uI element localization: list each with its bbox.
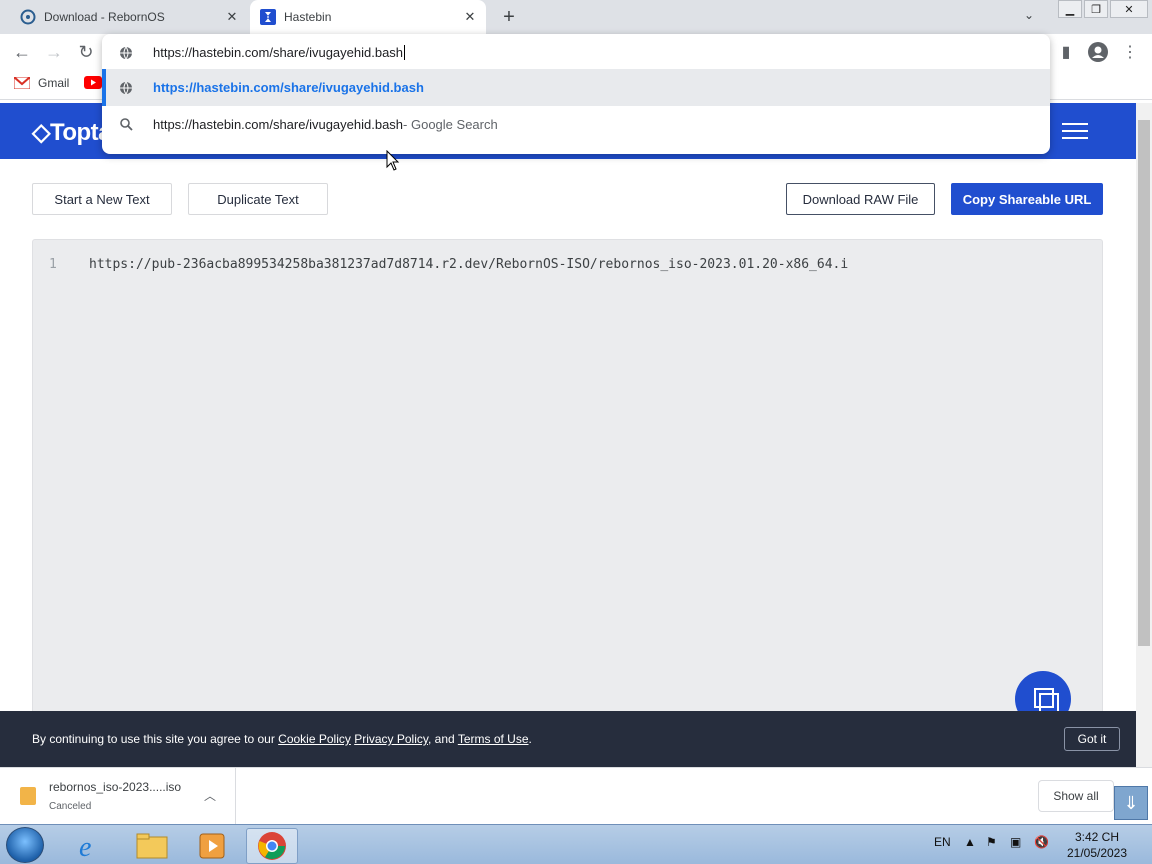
scrollbar-thumb[interactable] [1138,120,1150,646]
show-all-button[interactable]: Show all [1038,780,1114,812]
close-tab-icon[interactable]: ✕ [224,9,240,25]
gmail-icon [14,77,30,89]
chevron-up-icon[interactable]: ︿ [204,787,216,804]
youtube-icon [84,76,102,89]
new-tab-button[interactable]: + [498,6,520,28]
omnibox-suggestion-search[interactable]: https://hastebin.com/share/ivugayehid.ba… [102,106,1050,143]
globe-icon [118,45,134,61]
language-indicator[interactable]: EN [934,835,951,849]
svg-text:e: e [79,832,91,861]
rebornos-favicon-icon [20,9,36,25]
clock-time: 3:42 CH [1074,830,1120,844]
bookmark-youtube[interactable] [84,76,102,89]
file-icon [20,787,36,805]
cookie-policy-link[interactable]: Cookie Policy [278,732,351,746]
cookie-suffix: . [528,732,532,746]
omnibox-suggestion-url[interactable]: https://hastebin.com/share/ivugayehid.ba… [102,69,1050,106]
copy-shareable-url-button[interactable]: Copy Shareable URL [951,183,1103,215]
windows-taskbar: e EN ▲ ⚑ ▣ 🔇 3:42 CH 21/05/2023 [0,824,1152,864]
mouse-cursor-icon [386,150,400,171]
globe-icon [118,80,134,96]
suggestion-text: https://hastebin.com/share/ivugayehid.ba… [153,117,404,132]
tab-rebornos[interactable]: Download - RebornOS ✕ [0,0,248,34]
window-controls: ▁ ❐ ✕ [1056,0,1148,18]
download-filename: rebornos_iso-2023.....iso [49,780,182,794]
action-center-flag-icon[interactable]: ⚑ [986,835,997,849]
file-explorer-icon[interactable] [126,828,178,864]
omnibox-dropdown: https://hastebin.com/share/ivugayehid.ba… [102,34,1050,154]
cookie-text: By continuing to use this site you agree… [32,732,532,746]
system-clock[interactable]: 3:42 CH 21/05/2023 [1064,829,1130,861]
reload-icon[interactable]: ↻ [74,41,98,63]
forward-arrow-icon[interactable]: → [42,41,66,63]
network-icon[interactable]: ▣ [1010,835,1021,849]
duplicate-text-button[interactable]: Duplicate Text [188,183,328,215]
download-shelf: rebornos_iso-2023.....iso Canceled ︿ Sho… [0,767,1152,824]
code-line[interactable]: https://pub-236acba899534258ba381237ad7d… [89,257,848,272]
suggestion-suffix: - Google Search [403,117,498,132]
side-panel-icon[interactable]: ▮ [1055,42,1077,64]
text-caret [404,45,406,60]
download-raw-button[interactable]: Download RAW File [786,183,935,215]
terms-of-use-link[interactable]: Terms of Use [458,732,529,746]
cookie-banner: By continuing to use this site you agree… [0,711,1136,767]
start-new-text-button[interactable]: Start a New Text [32,183,172,215]
bookmark-label: Gmail [38,76,70,90]
line-number: 1 [49,257,57,272]
download-status: Canceled [49,801,92,812]
close-window-button[interactable]: ✕ [1110,0,1148,18]
chrome-taskbar-icon[interactable] [246,828,298,864]
suggestion-text: https://hastebin.com/share/ivugayehid.ba… [153,80,424,95]
toptal-logo-mark-icon: ◇ [32,119,50,146]
clock-date: 21/05/2023 [1066,846,1128,860]
hamburger-menu-icon[interactable] [1062,123,1088,141]
media-player-icon[interactable] [186,828,238,864]
minimize-button[interactable]: ▁ [1058,0,1082,18]
profile-avatar-icon[interactable] [1087,42,1109,64]
tab-hastebin[interactable]: Hastebin ✕ [250,0,486,34]
internet-explorer-icon[interactable]: e [64,828,116,864]
address-input[interactable]: https://hastebin.com/share/ivugayehid.ba… [153,45,403,60]
show-hidden-icons-icon[interactable]: ▲ [964,835,976,849]
cookie-prefix: By continuing to use this site you agree… [32,732,279,746]
code-editor[interactable]: 1 https://pub-236acba899534258ba381237ad… [32,239,1103,719]
privacy-policy-link[interactable]: Privacy Policy [354,732,428,746]
tab-title: Hastebin [284,10,332,24]
tab-title: Download - RebornOS [44,10,165,24]
start-button[interactable] [6,827,44,863]
copy-icon [1034,688,1059,713]
tab-strip: Download - RebornOS ✕ Hastebin ✕ + ⌄ ▁ ❐… [0,0,1152,34]
close-tab-icon[interactable]: ✕ [462,9,478,25]
restore-button[interactable]: ❐ [1084,0,1108,18]
download-item[interactable]: rebornos_iso-2023.....iso Canceled ︿ [0,768,236,824]
address-bar[interactable]: https://hastebin.com/share/ivugayehid.ba… [102,34,1050,71]
bookmark-gmail[interactable]: Gmail [14,76,69,90]
got-it-button[interactable]: Got it [1064,727,1120,751]
hastebin-favicon-icon [260,9,276,25]
volume-muted-icon[interactable]: 🔇 [1034,835,1049,849]
search-icon [118,117,134,133]
tab-search-chevron-icon[interactable]: ⌄ [1024,8,1034,22]
menu-kebab-icon[interactable]: ⋮ [1119,42,1141,64]
download-arrow-icon[interactable]: ⇓ [1114,786,1148,820]
cookie-and: , and [428,732,458,746]
back-arrow-icon[interactable]: ← [10,41,34,63]
